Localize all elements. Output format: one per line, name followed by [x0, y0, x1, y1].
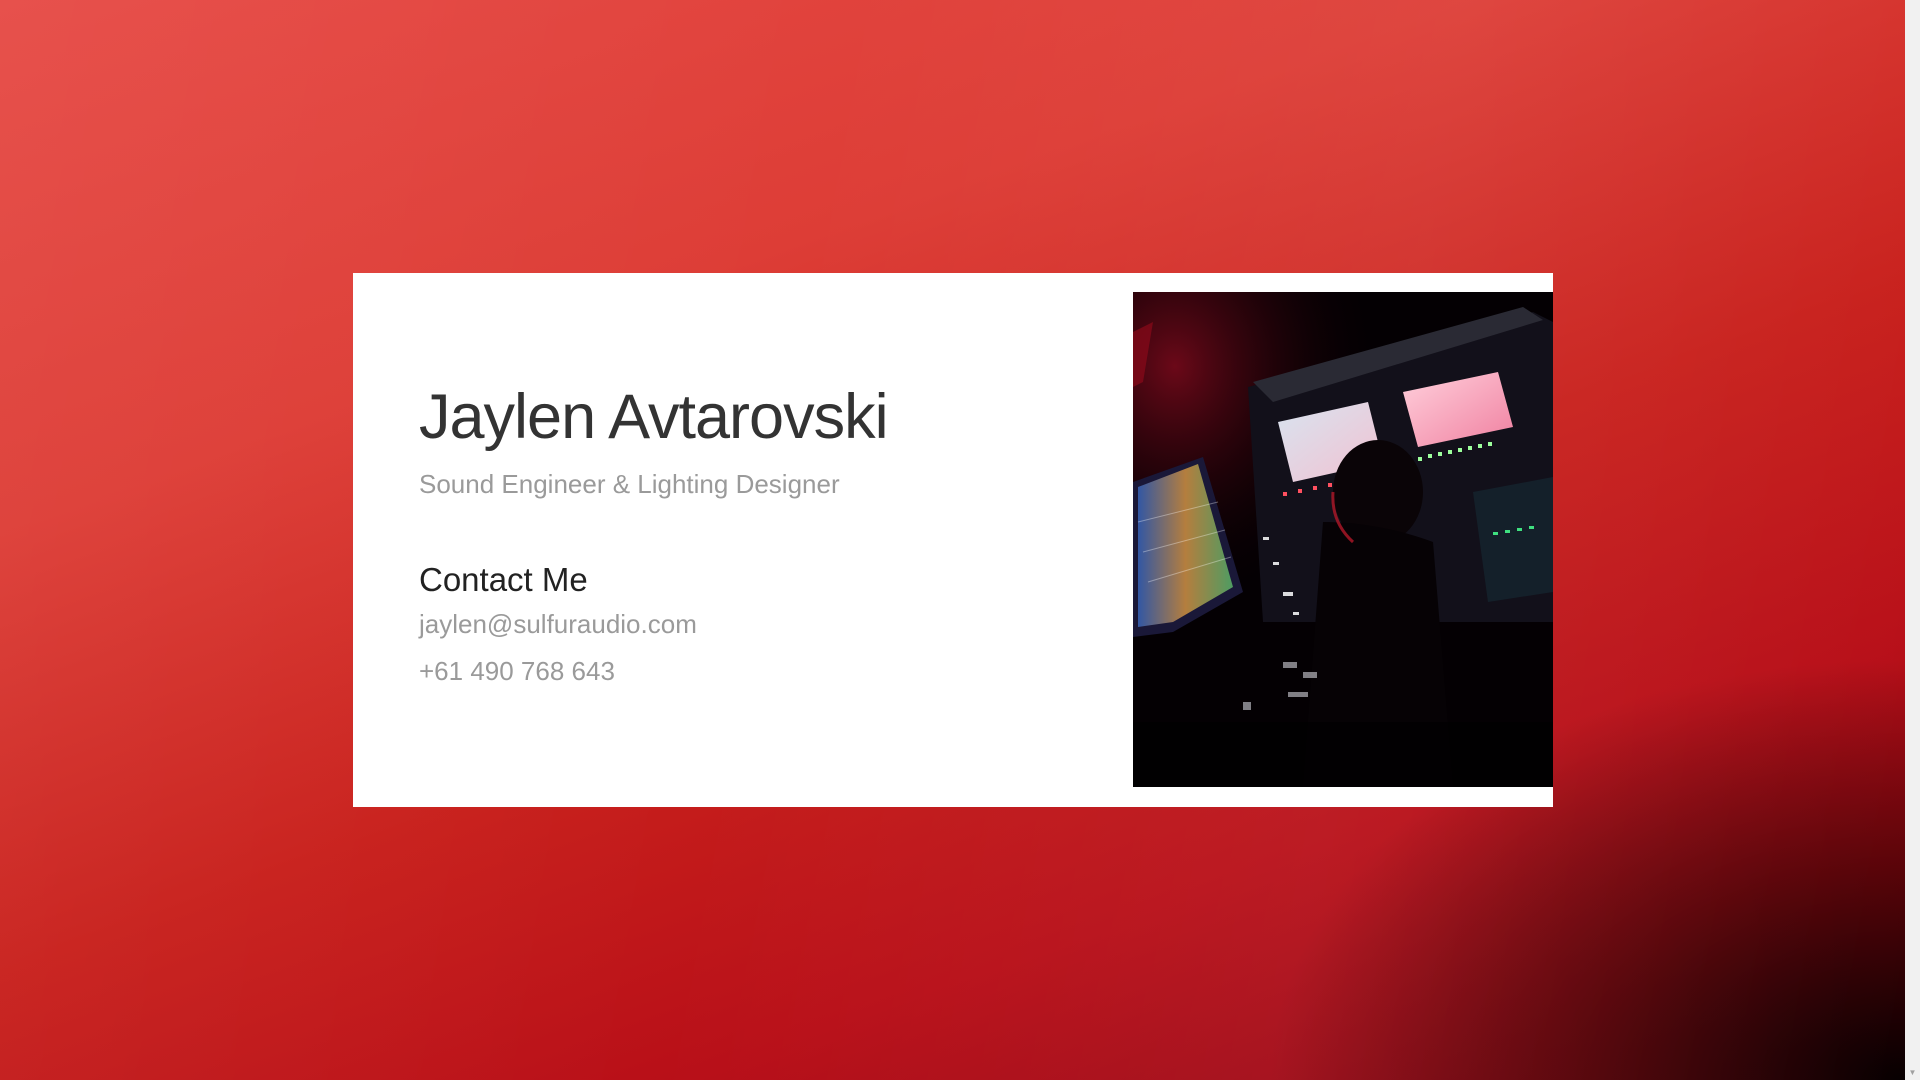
scrollbar-thumb[interactable] — [1907, 0, 1918, 1065]
contact-heading: Contact Me — [419, 561, 588, 598]
scroll-down-arrow-icon[interactable]: ▼ — [1905, 1065, 1920, 1080]
email-link[interactable]: jaylen@sulfuraudio.com — [419, 611, 697, 637]
person-name: Jaylen Avtarovski — [419, 382, 889, 452]
job-title: Sound Engineer & Lighting Designer — [419, 469, 840, 499]
phone-link[interactable]: +61 490 768 643 — [419, 658, 615, 684]
business-card: Jaylen Avtarovski Sound Engineer & Light… — [353, 273, 1553, 807]
profile-photo — [1133, 292, 1553, 787]
vertical-scrollbar[interactable]: ▼ — [1905, 0, 1920, 1080]
